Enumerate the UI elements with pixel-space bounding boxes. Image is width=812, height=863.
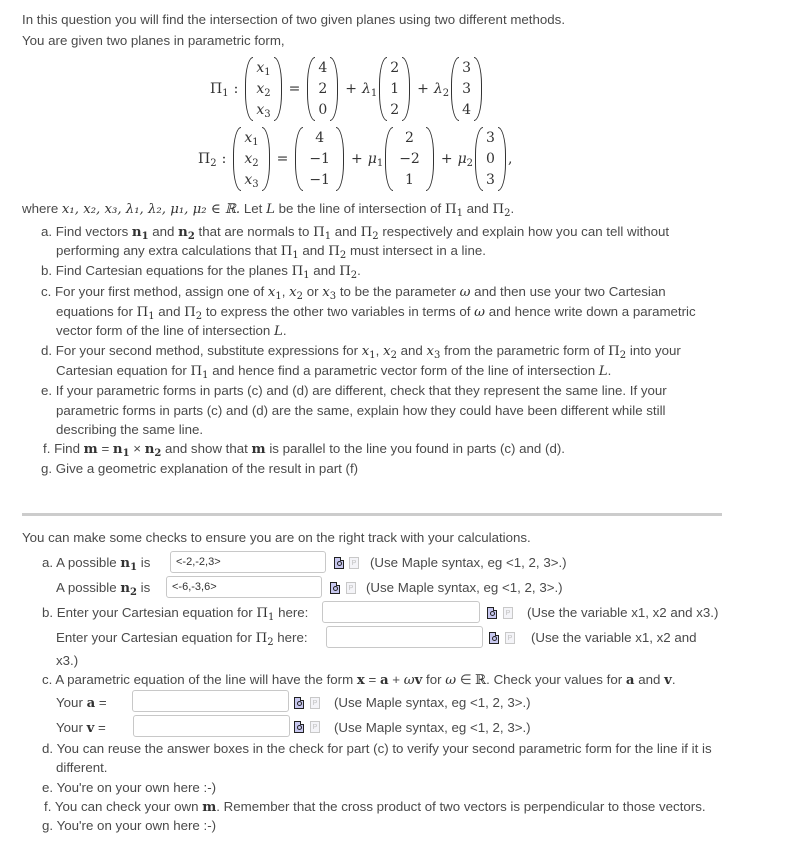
intro-line-1: In this question you will find the inter… (22, 12, 566, 27)
plane2-label: Π2 (198, 151, 217, 169)
plane2-direction1-vector: 2 −2 1 (385, 127, 434, 191)
check-c-v-label: Your v = (56, 720, 106, 736)
plane2-cartesian-input[interactable] (326, 626, 483, 648)
check-c-text: c. A parametric equation of the line wil… (42, 672, 676, 688)
maple-syntax-icon[interactable]: P (310, 697, 320, 709)
question-part-d-cont: Cartesian equation for Π1 and hence find… (56, 363, 612, 381)
v-hint: (Use Maple syntax, eg <1, 2, 3>.) (334, 720, 531, 735)
section-divider (22, 513, 722, 516)
preview-icon[interactable] (487, 607, 497, 619)
plane1-equation: Π1 : x1 x2 x3 = 420 + λ1 212 + λ2 334 (210, 57, 484, 121)
check-d-text-cont: different. (56, 760, 108, 775)
check-f-text: f. You can check your own m. Remember th… (44, 799, 706, 815)
maple-syntax-icon[interactable]: P (505, 632, 515, 644)
preview-icon[interactable] (330, 582, 340, 594)
check-a-n1-label: a. A possible n1 is (42, 555, 151, 573)
preview-icon[interactable] (294, 721, 304, 733)
question-part-c-cont2: vector form of the line of intersection … (56, 323, 287, 339)
question-part-c-cont1: equations for Π1 and Π2 to express the o… (56, 304, 696, 322)
question-part-e-cont1: parametric forms in parts (c) and (d) ar… (56, 403, 666, 418)
a-answer-input[interactable] (132, 690, 289, 712)
preview-icon[interactable] (489, 632, 499, 644)
n2-hint: (Use Maple syntax, eg <1, 2, 3>.) (366, 580, 563, 595)
plane2-hint: (Use the variable x1, x2 and (531, 630, 697, 645)
plane2-direction2-vector: 303 (475, 127, 506, 191)
plane1-hint: (Use the variable x1, x2 and x3.) (527, 605, 719, 620)
check-c-a-label: Your a = (56, 695, 107, 711)
check-b-plane1-label: b. Enter your Cartesian equation for Π1 … (42, 605, 309, 623)
question-part-f: f. Find m = n1 × n2 and show that m is p… (43, 441, 565, 459)
question-part-e: e. If your parametric forms in parts (c)… (41, 383, 667, 398)
preview-icon[interactable] (294, 697, 304, 709)
check-a-n2-label: A possible n2 is (56, 580, 151, 598)
maple-syntax-icon[interactable]: P (346, 582, 356, 594)
question-part-a: a. Find vectors n1 and n2 that are norma… (41, 224, 670, 242)
plane1-direction2-vector: 334 (451, 57, 483, 121)
n2-answer-input[interactable] (166, 576, 322, 598)
n1-answer-input[interactable] (170, 551, 326, 573)
preview-icon[interactable] (334, 557, 344, 569)
maple-syntax-icon[interactable]: P (349, 557, 359, 569)
check-e-text: e. You're on your own here :-) (42, 780, 217, 795)
checks-intro: You can make some checks to ensure you a… (22, 530, 531, 545)
maple-syntax-icon[interactable]: P (503, 607, 513, 619)
question-part-e-cont2: describing the same line. (56, 422, 204, 437)
plane2-equation: Π2 : x1 x2 x3 = 4 −1 −1 + μ1 2 −2 1 + μ2 303 , (198, 127, 512, 191)
plane1-lhs-vector: x1 x2 x3 (245, 57, 282, 121)
question-part-c: c. For your first method, assign one of … (41, 284, 666, 302)
plane1-cartesian-input[interactable] (322, 601, 480, 623)
plane2-lhs-vector: x1 x2 x3 (233, 127, 270, 191)
plane1-label: Π1 (210, 81, 229, 99)
a-hint: (Use Maple syntax, eg <1, 2, 3>.) (334, 695, 531, 710)
question-part-g: g. Give a geometric explanation of the r… (41, 461, 359, 476)
plane1-direction1-vector: 212 (379, 57, 411, 121)
question-part-a-cont: performing any extra calculations that Π… (56, 243, 486, 261)
check-d-text: d. You can reuse the answer boxes in the… (42, 741, 712, 756)
where-line: where x₁, x₂, x₃, λ₁, λ₂, μ₁, μ₂ ∈ ℝ. Le… (22, 201, 515, 219)
check-g-text: g. You're on your own here :-) (42, 818, 217, 833)
maple-syntax-icon[interactable]: P (310, 721, 320, 733)
question-part-d: d. For your second method, substitute ex… (41, 343, 681, 361)
plane1-point-vector: 420 (307, 57, 339, 121)
v-answer-input[interactable] (133, 715, 290, 737)
check-b-plane2-label: Enter your Cartesian equation for Π2 her… (56, 630, 308, 648)
intro-line-2: You are given two planes in parametric f… (22, 33, 285, 48)
plane2-hint-wrap: x3.) (56, 653, 79, 668)
n1-hint: (Use Maple syntax, eg <1, 2, 3>.) (370, 555, 567, 570)
plane2-point-vector: 4 −1 −1 (295, 127, 344, 191)
question-part-b: b. Find Cartesian equations for the plan… (41, 263, 361, 281)
